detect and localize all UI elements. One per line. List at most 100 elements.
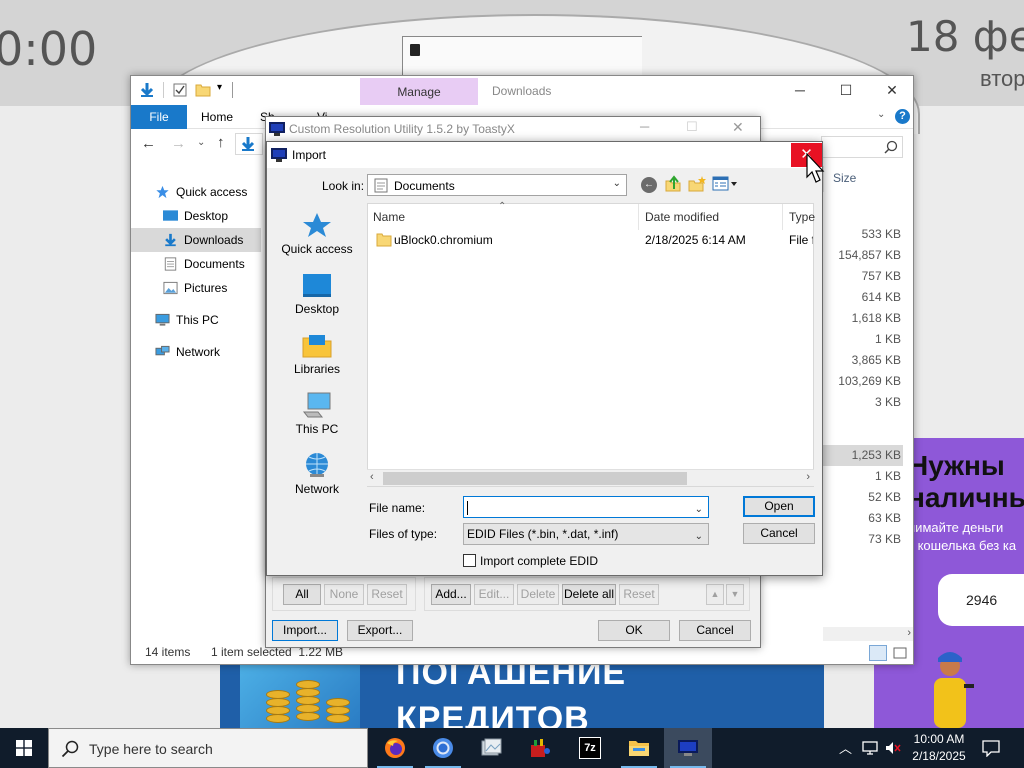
back-arrow-icon[interactable]: ← bbox=[141, 135, 156, 152]
sidebar-item-this-pc[interactable]: This PC bbox=[131, 308, 261, 332]
place-label: Network bbox=[294, 482, 339, 496]
taskbar-app-firefox[interactable] bbox=[371, 728, 419, 768]
reset-left-button[interactable]: Reset bbox=[367, 584, 407, 605]
recent-locations-icon[interactable]: ⌄ bbox=[197, 137, 205, 148]
open-button[interactable]: Open bbox=[743, 496, 815, 517]
select-all-button[interactable]: All bbox=[283, 584, 321, 605]
scroll-left-icon[interactable]: ‹ bbox=[370, 471, 374, 483]
chevron-down-icon: ⌄ bbox=[694, 531, 703, 542]
large-icons-view-icon[interactable] bbox=[891, 645, 909, 661]
ok-button[interactable]: OK bbox=[598, 620, 670, 641]
taskbar-app-cru[interactable] bbox=[664, 728, 712, 768]
details-view-icon[interactable] bbox=[869, 645, 887, 661]
scrollbar-thumb[interactable] bbox=[383, 472, 687, 485]
maximize-button[interactable]: ☐ bbox=[686, 119, 698, 135]
size-column: 533 KB 154,857 KB 757 KB 614 KB 1,618 KB… bbox=[823, 76, 913, 636]
place-this-pc[interactable]: This PC bbox=[277, 392, 357, 436]
start-button[interactable] bbox=[0, 728, 48, 768]
column-header-name[interactable]: Name bbox=[373, 210, 405, 224]
cru-title: Custom Resolution Utility 1.5.2 by Toast… bbox=[289, 122, 515, 136]
taskbar-app-paint[interactable] bbox=[516, 728, 564, 768]
clock-date[interactable]: 2/18/2025 bbox=[908, 749, 970, 763]
desktop-icon bbox=[303, 274, 331, 297]
up-arrow-icon[interactable]: ↑ bbox=[217, 134, 225, 151]
scroll-right-icon[interactable]: › bbox=[907, 627, 911, 639]
close-button[interactable]: ✕ bbox=[732, 119, 744, 136]
import-complete-edid-label[interactable]: Import complete EDID bbox=[480, 554, 598, 568]
column-header-date-modified[interactable]: Date modified bbox=[645, 210, 719, 224]
desktop-icon bbox=[163, 210, 178, 221]
horizontal-scrollbar[interactable]: ‹ › bbox=[367, 469, 814, 486]
address-bar[interactable] bbox=[235, 133, 263, 155]
file-name-input[interactable]: ⌄ bbox=[463, 496, 709, 518]
sidebar-item-pictures[interactable]: Pictures bbox=[131, 276, 261, 300]
scroll-right-icon[interactable]: › bbox=[806, 471, 810, 483]
add-button[interactable]: Add... bbox=[431, 584, 471, 605]
new-folder-icon[interactable] bbox=[195, 82, 211, 98]
ribbon-tab-manage[interactable]: Manage bbox=[360, 78, 478, 105]
view-menu-icon[interactable] bbox=[712, 176, 738, 192]
import-titlebar[interactable]: Import ✕ bbox=[267, 142, 822, 168]
horizontal-scrollbar[interactable]: › bbox=[823, 627, 913, 641]
taskbar-app-7zip[interactable]: 7z bbox=[566, 728, 614, 768]
sidebar-item-documents[interactable]: Documents bbox=[131, 252, 261, 276]
look-in-dropdown[interactable]: Documents ⌄ bbox=[367, 174, 627, 196]
size-cell: 1,253 KB bbox=[851, 448, 901, 462]
network-status-icon[interactable] bbox=[862, 740, 880, 756]
cancel-button[interactable]: Cancel bbox=[679, 620, 751, 641]
qat-dropdown-icon[interactable]: ▾ bbox=[217, 82, 222, 93]
reset-right-button[interactable]: Reset bbox=[619, 584, 659, 605]
sidebar-item-network[interactable]: Network bbox=[131, 340, 261, 364]
ribbon-tab-home[interactable]: Home bbox=[201, 110, 233, 124]
size-cell: 73 KB bbox=[868, 532, 901, 546]
place-quick-access[interactable]: Quick access bbox=[277, 212, 357, 256]
edit-button[interactable]: Edit... bbox=[474, 584, 514, 605]
import-dialog[interactable]: Import ✕ Look in: Documents ⌄ ← Quick ac… bbox=[266, 141, 823, 576]
network-icon bbox=[155, 345, 170, 356]
place-desktop[interactable]: Desktop bbox=[277, 272, 357, 316]
delete-button[interactable]: Delete bbox=[517, 584, 559, 605]
sidebar-item-label: Pictures bbox=[184, 281, 228, 295]
files-of-type-select[interactable]: EDID Files (*.bin, *.dat, *.inf) ⌄ bbox=[463, 523, 709, 545]
select-none-button[interactable]: None bbox=[324, 584, 364, 605]
up-one-level-icon[interactable] bbox=[664, 175, 682, 193]
taskbar-app-photos[interactable] bbox=[467, 728, 515, 768]
file-list[interactable]: ⌃ Name Date modified Type uBlock0.chromi… bbox=[367, 201, 815, 487]
create-new-folder-icon[interactable] bbox=[687, 175, 707, 193]
back-arrow-icon[interactable]: ← bbox=[641, 177, 657, 193]
import-complete-edid-checkbox[interactable] bbox=[463, 554, 476, 567]
taskbar-app-chrome[interactable] bbox=[419, 728, 467, 768]
action-center-icon[interactable] bbox=[982, 739, 1000, 757]
cancel-button[interactable]: Cancel bbox=[743, 523, 815, 544]
chevron-down-icon[interactable]: ⌄ bbox=[695, 500, 703, 520]
forward-arrow-icon[interactable]: → bbox=[171, 135, 186, 152]
minimize-button[interactable]: ─ bbox=[640, 119, 649, 134]
delete-all-button[interactable]: Delete all bbox=[562, 584, 616, 605]
column-header-type[interactable]: Type bbox=[789, 210, 815, 224]
import-button[interactable]: Import... bbox=[272, 620, 338, 641]
file-row[interactable]: uBlock0.chromium 2/18/2025 6:14 AM File … bbox=[368, 230, 813, 250]
minimize-button[interactable]: ─ bbox=[777, 76, 823, 105]
sidebar-item-desktop[interactable]: Desktop bbox=[131, 204, 261, 228]
clock-time[interactable]: 10:00 AM bbox=[908, 732, 970, 746]
size-cell: 154,857 KB bbox=[838, 248, 901, 262]
move-up-icon[interactable]: ▲ bbox=[706, 584, 724, 605]
download-arrow-icon bbox=[241, 137, 255, 151]
cru-titlebar[interactable]: Custom Resolution Utility 1.5.2 by Toast… bbox=[266, 117, 760, 141]
sidebar-item-label: Network bbox=[176, 345, 221, 359]
ribbon-tab-file[interactable]: File bbox=[131, 105, 187, 129]
cru-icon bbox=[678, 740, 698, 756]
sidebar-item-downloads[interactable]: Downloads bbox=[131, 228, 261, 252]
move-down-icon[interactable]: ▼ bbox=[726, 584, 744, 605]
volume-muted-icon[interactable] bbox=[884, 740, 902, 756]
taskbar-app-file-explorer[interactable] bbox=[615, 728, 663, 768]
import-title: Import bbox=[292, 148, 327, 162]
export-button[interactable]: Export... bbox=[347, 620, 413, 641]
place-libraries[interactable]: Libraries bbox=[277, 332, 357, 376]
explorer-titlebar[interactable]: ▾ Manage Downloads ─ ☐ ✕ bbox=[131, 76, 913, 105]
place-network[interactable]: Network bbox=[277, 452, 357, 496]
sidebar-item-quick-access[interactable]: Quick access bbox=[131, 180, 261, 204]
properties-checkbox-icon[interactable] bbox=[173, 83, 187, 97]
show-hidden-icons-icon[interactable]: ︿ bbox=[839, 738, 852, 757]
taskbar-search-box[interactable]: Type here to search bbox=[48, 728, 368, 768]
